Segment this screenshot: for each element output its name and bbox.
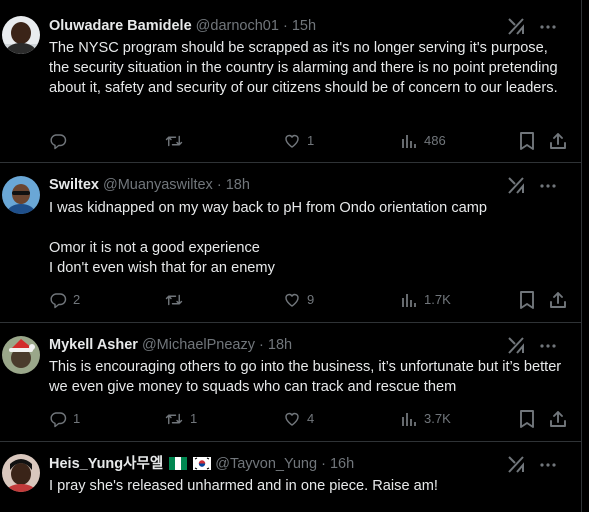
share-button[interactable]: [549, 290, 567, 310]
like-count: 4: [307, 411, 315, 426]
bookmark-button[interactable]: [519, 409, 535, 429]
tweet-header: Swiltex @Muanyaswiltex · 18h: [49, 175, 573, 195]
more-icon[interactable]: [539, 456, 557, 473]
views-button[interactable]: 3.7K: [402, 409, 451, 429]
action-bar: 1 1 4 3.7K: [49, 409, 575, 429]
timestamp[interactable]: 18h: [268, 337, 292, 353]
view-count: 486: [424, 133, 446, 148]
reply-icon: [50, 412, 67, 428]
like-icon: [285, 412, 299, 426]
bookmark-button[interactable]: [519, 290, 535, 310]
reply-button[interactable]: [49, 131, 73, 151]
share-icon: [550, 411, 566, 427]
like-icon: [285, 293, 299, 307]
like-button[interactable]: 1: [283, 131, 314, 151]
grok-icon[interactable]: [507, 177, 525, 194]
tweet[interactable]: Mykell Asher @MichaelPneazy · 18h This i…: [0, 323, 581, 442]
grok-icon[interactable]: [507, 456, 525, 473]
nigeria-flag-icon: [169, 456, 188, 476]
avatar[interactable]: [2, 176, 40, 214]
timestamp[interactable]: 16h: [330, 456, 354, 472]
reply-button[interactable]: 1: [49, 409, 80, 429]
tweet-header: Oluwadare Bamidele @darnoch01 · 15h: [49, 16, 573, 36]
tweet-text-line: I don't even wish that for an enemy: [49, 260, 275, 276]
retweet-button[interactable]: [164, 131, 190, 151]
reply-icon: [50, 134, 67, 150]
like-count: 9: [307, 292, 315, 307]
separator: ·: [282, 18, 288, 34]
views-icon: [402, 294, 416, 307]
tweet[interactable]: Heis_Yung사무엘 @Tayvon_Yung · 16h I pray s…: [0, 442, 581, 512]
south-korea-flag-icon: [193, 456, 212, 476]
avatar[interactable]: [2, 16, 40, 54]
bookmark-icon: [520, 291, 534, 309]
tweet-text: I pray she's released unharmed and in on…: [49, 476, 563, 496]
timeline-border: [581, 0, 582, 512]
view-count: 3.7K: [424, 411, 451, 426]
tweet-text-line: This is encouraging others to go into th…: [49, 359, 562, 395]
like-button[interactable]: 9: [283, 290, 314, 310]
reply-button[interactable]: 2: [49, 290, 80, 310]
author-handle[interactable]: @darnoch01: [196, 18, 279, 34]
reply-icon: [50, 293, 67, 309]
views-button[interactable]: 1.7K: [402, 290, 451, 310]
tweet-header: Mykell Asher @MichaelPneazy · 18h: [49, 335, 573, 355]
grok-icon[interactable]: [507, 18, 525, 35]
bookmark-icon: [520, 410, 534, 428]
more-icon[interactable]: [539, 18, 557, 35]
avatar[interactable]: [2, 336, 40, 374]
share-button[interactable]: [549, 409, 567, 429]
share-icon: [550, 133, 566, 149]
separator: ·: [259, 337, 264, 353]
separator: ·: [321, 456, 326, 472]
views-icon: [402, 413, 416, 426]
retweet-button[interactable]: [164, 290, 190, 310]
more-icon[interactable]: [539, 177, 557, 194]
tweet-text-line: I was kidnapped on my way back to pH fro…: [49, 200, 488, 216]
author-handle[interactable]: @Muanyaswiltex: [103, 177, 213, 193]
grok-icon[interactable]: [507, 337, 525, 354]
separator: ·: [216, 177, 222, 193]
share-icon: [550, 292, 566, 308]
views-button[interactable]: 486: [402, 131, 446, 151]
author-name[interactable]: Heis_Yung사무엘: [49, 456, 163, 472]
author-handle[interactable]: @Tayvon_Yung: [215, 456, 317, 472]
tweet-text-line: I pray she's released unharmed and in on…: [49, 478, 438, 494]
retweet-icon: [165, 135, 183, 147]
tweet[interactable]: Swiltex @Muanyaswiltex · 18h I was kidna…: [0, 163, 581, 323]
tweet-text: This is encouraging others to go into th…: [49, 357, 563, 397]
author-name[interactable]: Mykell Asher: [49, 337, 138, 353]
tweet-text-line: Omor it is not a good experience: [49, 240, 260, 256]
author-handle[interactable]: @MichaelPneazy: [142, 337, 255, 353]
tweet-text: I was kidnapped on my way back to pH fro…: [49, 198, 563, 278]
bookmark-icon: [520, 132, 534, 150]
reply-count: 1: [73, 411, 81, 426]
reply-count: 2: [73, 292, 81, 307]
timestamp[interactable]: 15h: [292, 18, 316, 34]
timestamp[interactable]: 18h: [226, 177, 250, 193]
tweet-text: The NYSC program should be scrapped as i…: [49, 38, 563, 98]
retweet-icon: [165, 294, 183, 306]
retweet-icon: [165, 413, 183, 425]
action-bar: 1 486: [49, 131, 575, 151]
views-icon: [402, 135, 416, 148]
like-count: 1: [307, 133, 315, 148]
tweet-text-line: The NYSC program should be scrapped as i…: [49, 40, 558, 96]
action-bar: 2 9 1.7K: [49, 290, 575, 310]
more-icon[interactable]: [539, 337, 557, 354]
tweet-header: Heis_Yung사무엘 @Tayvon_Yung · 16h: [49, 454, 573, 474]
like-button[interactable]: 4: [283, 409, 314, 429]
author-name[interactable]: Oluwadare Bamidele: [49, 18, 192, 34]
share-button[interactable]: [549, 131, 567, 151]
avatar[interactable]: [2, 454, 40, 492]
author-name[interactable]: Swiltex: [49, 177, 99, 193]
tweet[interactable]: Oluwadare Bamidele @darnoch01 · 15h The …: [0, 0, 581, 163]
retweet-button[interactable]: 1: [164, 409, 197, 429]
bookmark-button[interactable]: [519, 131, 535, 151]
retweet-count: 1: [190, 411, 198, 426]
like-icon: [285, 134, 299, 148]
view-count: 1.7K: [424, 292, 451, 307]
